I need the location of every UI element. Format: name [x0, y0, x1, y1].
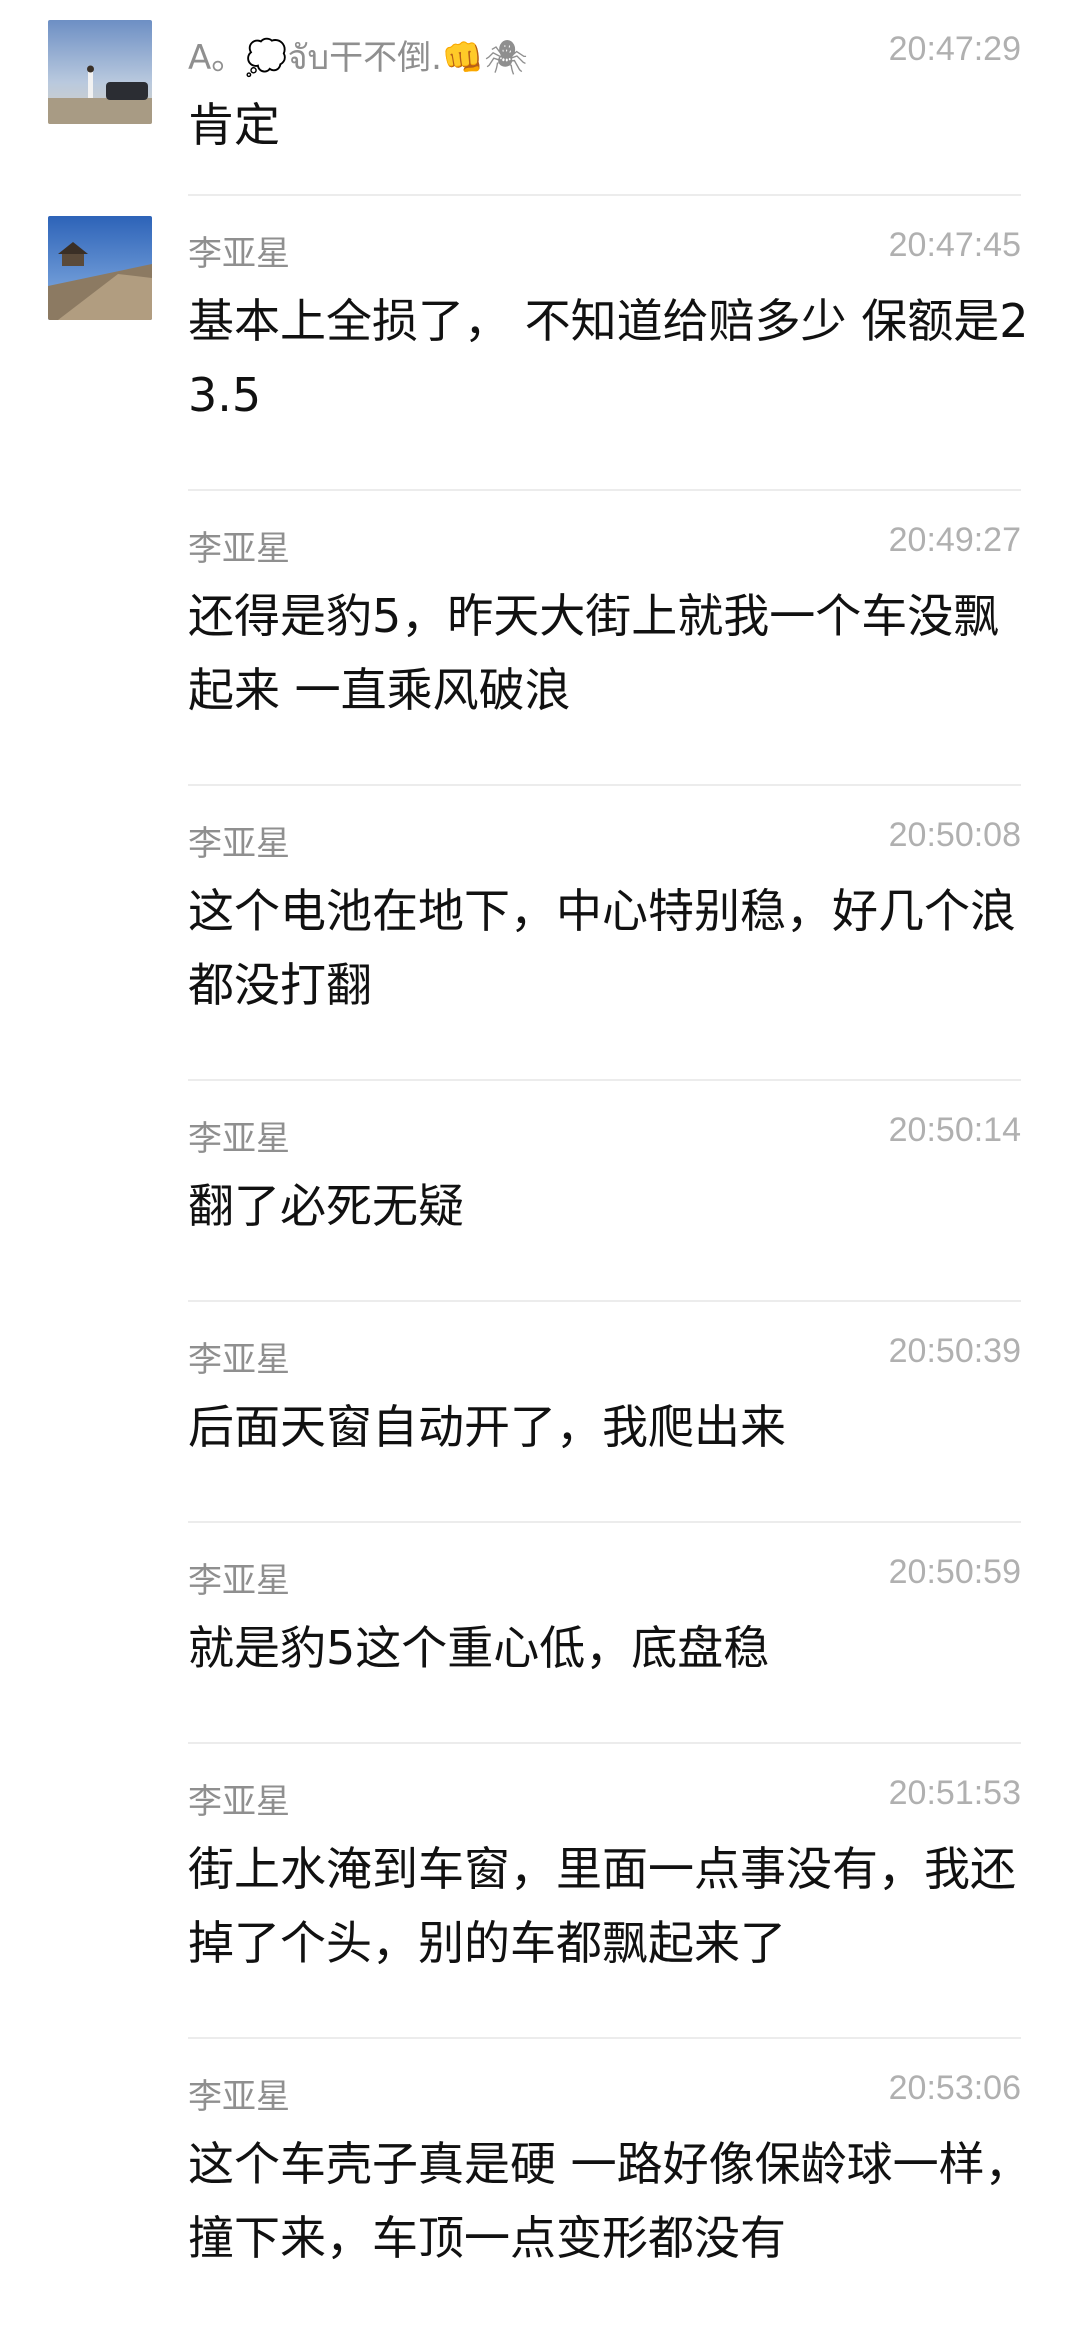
message-text: 这个电池在地下，中心特别稳，好几个浪都没打翻: [188, 884, 1016, 1012]
chat-message: 李亚星 20:50:59 就是豹5这个重心低，底盘稳: [0, 1523, 1080, 1744]
sender-name: 李亚星: [188, 2077, 290, 2117]
message-text: 基本上全损了， 不知道给赔多少 保额是23.5: [188, 294, 1029, 422]
message-timestamp: 20:50:14: [888, 1111, 1021, 1149]
message-text: 还得是豹5，昨天大街上就我一个车没飘起来 一直乘风破浪: [188, 589, 1000, 717]
chat-message: A。💭จับ干不倒.👊🕷 20:47:29 肯定: [0, 0, 1080, 196]
sender-name: 李亚星: [188, 1561, 290, 1601]
message-timestamp: 20:51:53: [888, 1774, 1021, 1812]
message-text: 这个车壳子真是硬 一路好像保龄球一样，撞下来，车顶一点变形都没有: [188, 2137, 1031, 2265]
chat-message-list: A。💭จับ干不倒.👊🕷 20:47:29 肯定 李亚星 20:47:45 基本…: [0, 0, 1080, 2352]
chat-message: 李亚星 20:51:53 街上水淹到车窗，里面一点事没有，我还掉了个头，别的车都…: [0, 1744, 1080, 2039]
chat-message: 李亚星 20:53:06 这个车壳子真是硬 一路好像保龄球一样，撞下来，车顶一点…: [0, 2039, 1080, 2339]
chat-message: 李亚星 20:47:45 基本上全损了， 不知道给赔多少 保额是23.5: [0, 196, 1080, 491]
message-text: 翻了必死无疑: [188, 1179, 464, 1233]
sender-name: 李亚星: [188, 1340, 290, 1380]
sender-name: 李亚星: [188, 234, 290, 274]
sender-name: 李亚星: [188, 1119, 290, 1159]
sender-name: A。💭จับ干不倒.👊🕷: [188, 38, 528, 78]
chat-message: 李亚星 20:50:39 后面天窗自动开了，我爬出来: [0, 1302, 1080, 1523]
message-timestamp: 20:47:45: [888, 226, 1021, 264]
message-text: 肯定: [188, 98, 280, 152]
message-timestamp: 20:50:39: [888, 1332, 1021, 1370]
message-timestamp: 20:49:27: [888, 521, 1021, 559]
message-timestamp: 20:47:29: [888, 30, 1021, 68]
message-timestamp: 20:50:08: [888, 816, 1021, 854]
sender-name: 李亚星: [188, 1782, 290, 1822]
sender-name: 李亚星: [188, 824, 290, 864]
avatar[interactable]: [48, 216, 152, 320]
chat-message: 李亚星 20:49:27 还得是豹5，昨天大街上就我一个车没飘起来 一直乘风破浪: [0, 491, 1080, 786]
chat-message: 李亚星 20:50:14 翻了必死无疑: [0, 1081, 1080, 1302]
chat-message: 李亚星 20:50:08 这个电池在地下，中心特别稳，好几个浪都没打翻: [0, 786, 1080, 1081]
message-timestamp: 20:53:06: [888, 2069, 1021, 2107]
message-text: 就是豹5这个重心低，底盘稳: [188, 1621, 770, 1675]
message-timestamp: 20:50:59: [888, 1553, 1021, 1591]
sender-name: 李亚星: [188, 529, 290, 569]
message-text: 街上水淹到车窗，里面一点事没有，我还掉了个头，别的车都飘起来了: [188, 1842, 1016, 1970]
avatar[interactable]: [48, 20, 152, 124]
message-text: 后面天窗自动开了，我爬出来: [188, 1400, 786, 1454]
